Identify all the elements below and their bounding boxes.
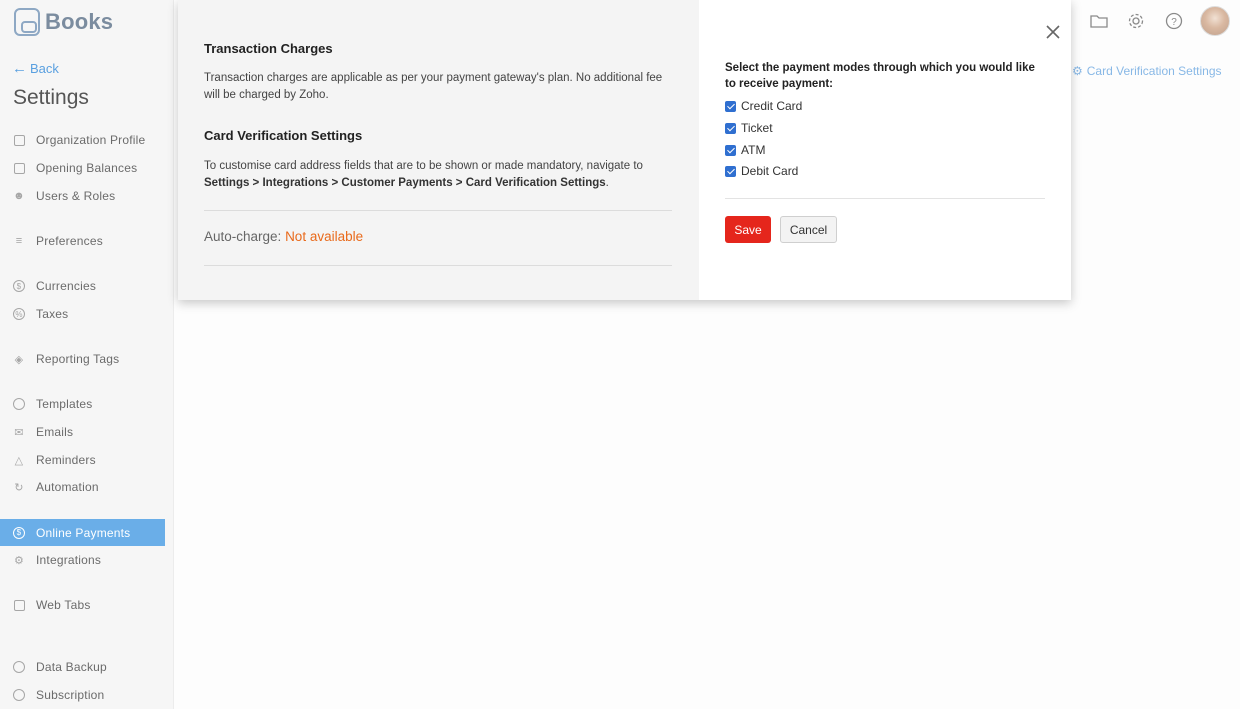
sidebar-item-label: Web Tabs — [36, 598, 91, 612]
books-logo-icon — [14, 8, 40, 36]
auto-charge-status: Auto-charge: Not available — [204, 229, 363, 244]
debit-card-checkbox[interactable] — [725, 165, 736, 177]
help-icon[interactable]: ? — [1165, 12, 1183, 30]
gear-icon[interactable] — [1127, 12, 1145, 30]
credit-card-checkbox[interactable] — [725, 100, 736, 112]
close-icon[interactable] — [1043, 22, 1063, 42]
sidebar-item-currencies[interactable]: $ Currencies — [0, 273, 165, 299]
sidebar-item-users-roles[interactable]: ☻ Users & Roles — [0, 183, 165, 209]
sidebar-item-label: Preferences — [36, 234, 103, 248]
sidebar-item-label: Online Payments — [36, 525, 131, 540]
users-icon: ☻ — [13, 190, 25, 202]
app-name: Books — [45, 9, 114, 34]
sidebar-item-automation[interactable]: ↻ Automation — [0, 474, 165, 500]
payment-mode-label: Credit Card — [741, 99, 803, 113]
svg-text:?: ? — [1171, 17, 1177, 28]
payment-mode-debit-card: Debit Card — [725, 163, 798, 179]
card-verification-heading: Card Verification Settings — [204, 128, 363, 143]
sidebar-item-preferences[interactable]: ≡ Preferences — [0, 228, 165, 254]
modal-info-panel: Transaction Charges Transaction charges … — [178, 0, 699, 300]
payment-settings-modal: Transaction Charges Transaction charges … — [178, 0, 1071, 300]
payment-icon: $ — [12, 526, 26, 540]
sidebar-item-emails[interactable]: ✉ Emails — [0, 419, 165, 445]
payment-modes-label: Select the payment modes through which y… — [725, 62, 1035, 90]
integrations-icon: ⚙ — [13, 554, 25, 567]
sidebar-item-subscription[interactable]: Subscription — [0, 682, 165, 708]
avatar[interactable] — [1200, 6, 1230, 36]
sidebar-item-online-payments[interactable]: $ Online Payments — [0, 519, 165, 546]
payment-mode-atm: ATM — [725, 142, 765, 158]
sidebar-item-label: Automation — [36, 480, 99, 494]
sidebar-item-organization-profile[interactable]: Organization Profile — [0, 127, 165, 153]
sidebar-item-taxes[interactable]: % Taxes — [0, 301, 165, 327]
sidebar-item-reporting-tags[interactable]: ◈ Reporting Tags — [0, 346, 165, 372]
settings-sidebar: Books ← Back Settings Organization Profi… — [0, 0, 174, 709]
currency-icon: $ — [12, 279, 26, 293]
modal-form-panel: Select the payment modes through which y… — [699, 0, 1071, 300]
cancel-button[interactable]: Cancel — [780, 216, 837, 243]
web-tabs-icon — [12, 598, 26, 612]
transaction-charges-heading: Transaction Charges — [204, 41, 333, 56]
sidebar-item-label: Emails — [36, 425, 74, 439]
mail-icon: ✉ — [14, 426, 24, 439]
sidebar-item-opening-balances[interactable]: Opening Balances — [0, 155, 165, 181]
sliders-icon: ≡ — [15, 235, 23, 247]
back-link[interactable]: ← Back — [12, 61, 59, 76]
ticket-checkbox[interactable] — [725, 122, 736, 134]
tag-icon: ◈ — [14, 353, 24, 366]
subscription-icon — [12, 688, 26, 702]
card-verification-text: To customise card address fields that ar… — [204, 158, 674, 192]
automation-icon: ↻ — [14, 481, 24, 494]
payment-mode-credit-card: Credit Card — [725, 98, 802, 114]
sidebar-item-integrations[interactable]: ⚙ Integrations — [0, 547, 165, 573]
card-verification-text-suffix: . — [605, 177, 609, 189]
folder-icon[interactable] — [1090, 12, 1108, 30]
sidebar-item-web-tabs[interactable]: Web Tabs — [0, 592, 165, 618]
divider — [204, 265, 672, 266]
sidebar-item-label: Users & Roles — [36, 189, 116, 203]
auto-charge-value: Not available — [285, 229, 364, 244]
building-icon — [12, 133, 26, 147]
sidebar-item-label: Reporting Tags — [36, 352, 120, 366]
card-verification-settings-link[interactable]: ⚙ Card Verification Settings — [1072, 64, 1222, 78]
transaction-charges-text: Transaction charges are applicable as pe… — [204, 72, 663, 101]
divider — [725, 198, 1045, 199]
save-button[interactable]: Save — [725, 216, 771, 243]
arrow-left-icon: ← — [12, 60, 27, 77]
payment-mode-label: ATM — [741, 143, 766, 157]
sidebar-item-label: Reminders — [36, 453, 96, 467]
sidebar-item-label: Subscription — [36, 688, 105, 702]
ledger-icon — [12, 161, 26, 175]
sidebar-item-label: Templates — [36, 397, 93, 411]
sidebar-item-label: Integrations — [36, 553, 102, 567]
payment-mode-ticket: Ticket — [725, 120, 773, 136]
sidebar-item-label: Data Backup — [36, 660, 107, 674]
backup-icon — [12, 660, 26, 674]
sidebar-item-label: Currencies — [36, 279, 97, 293]
sidebar-item-templates[interactable]: Templates — [0, 391, 165, 417]
payment-mode-label: Debit Card — [741, 164, 799, 178]
payment-mode-label: Ticket — [741, 121, 773, 135]
books-logo[interactable]: Books — [14, 8, 113, 36]
back-label: Back — [30, 61, 59, 76]
sidebar-item-label: Opening Balances — [36, 161, 138, 175]
auto-charge-label: Auto-charge: — [204, 229, 282, 244]
card-verification-settings-label: Card Verification Settings — [1086, 64, 1222, 78]
tax-icon: % — [12, 307, 26, 321]
sidebar-item-label: Organization Profile — [36, 133, 146, 147]
gear-icon: ⚙ — [1072, 64, 1083, 78]
atm-checkbox[interactable] — [725, 144, 736, 156]
bell-icon: △ — [14, 454, 24, 467]
palette-icon — [12, 397, 26, 411]
card-verification-path: Settings > Integrations > Customer Payme… — [204, 177, 606, 189]
sidebar-item-data-backup[interactable]: Data Backup — [0, 654, 165, 680]
sidebar-item-label: Taxes — [36, 307, 69, 321]
sidebar-item-reminders[interactable]: △ Reminders — [0, 447, 165, 473]
divider — [204, 210, 672, 211]
page-title: Settings — [13, 86, 89, 109]
card-verification-text-prefix: To customise card address fields that ar… — [204, 160, 643, 172]
